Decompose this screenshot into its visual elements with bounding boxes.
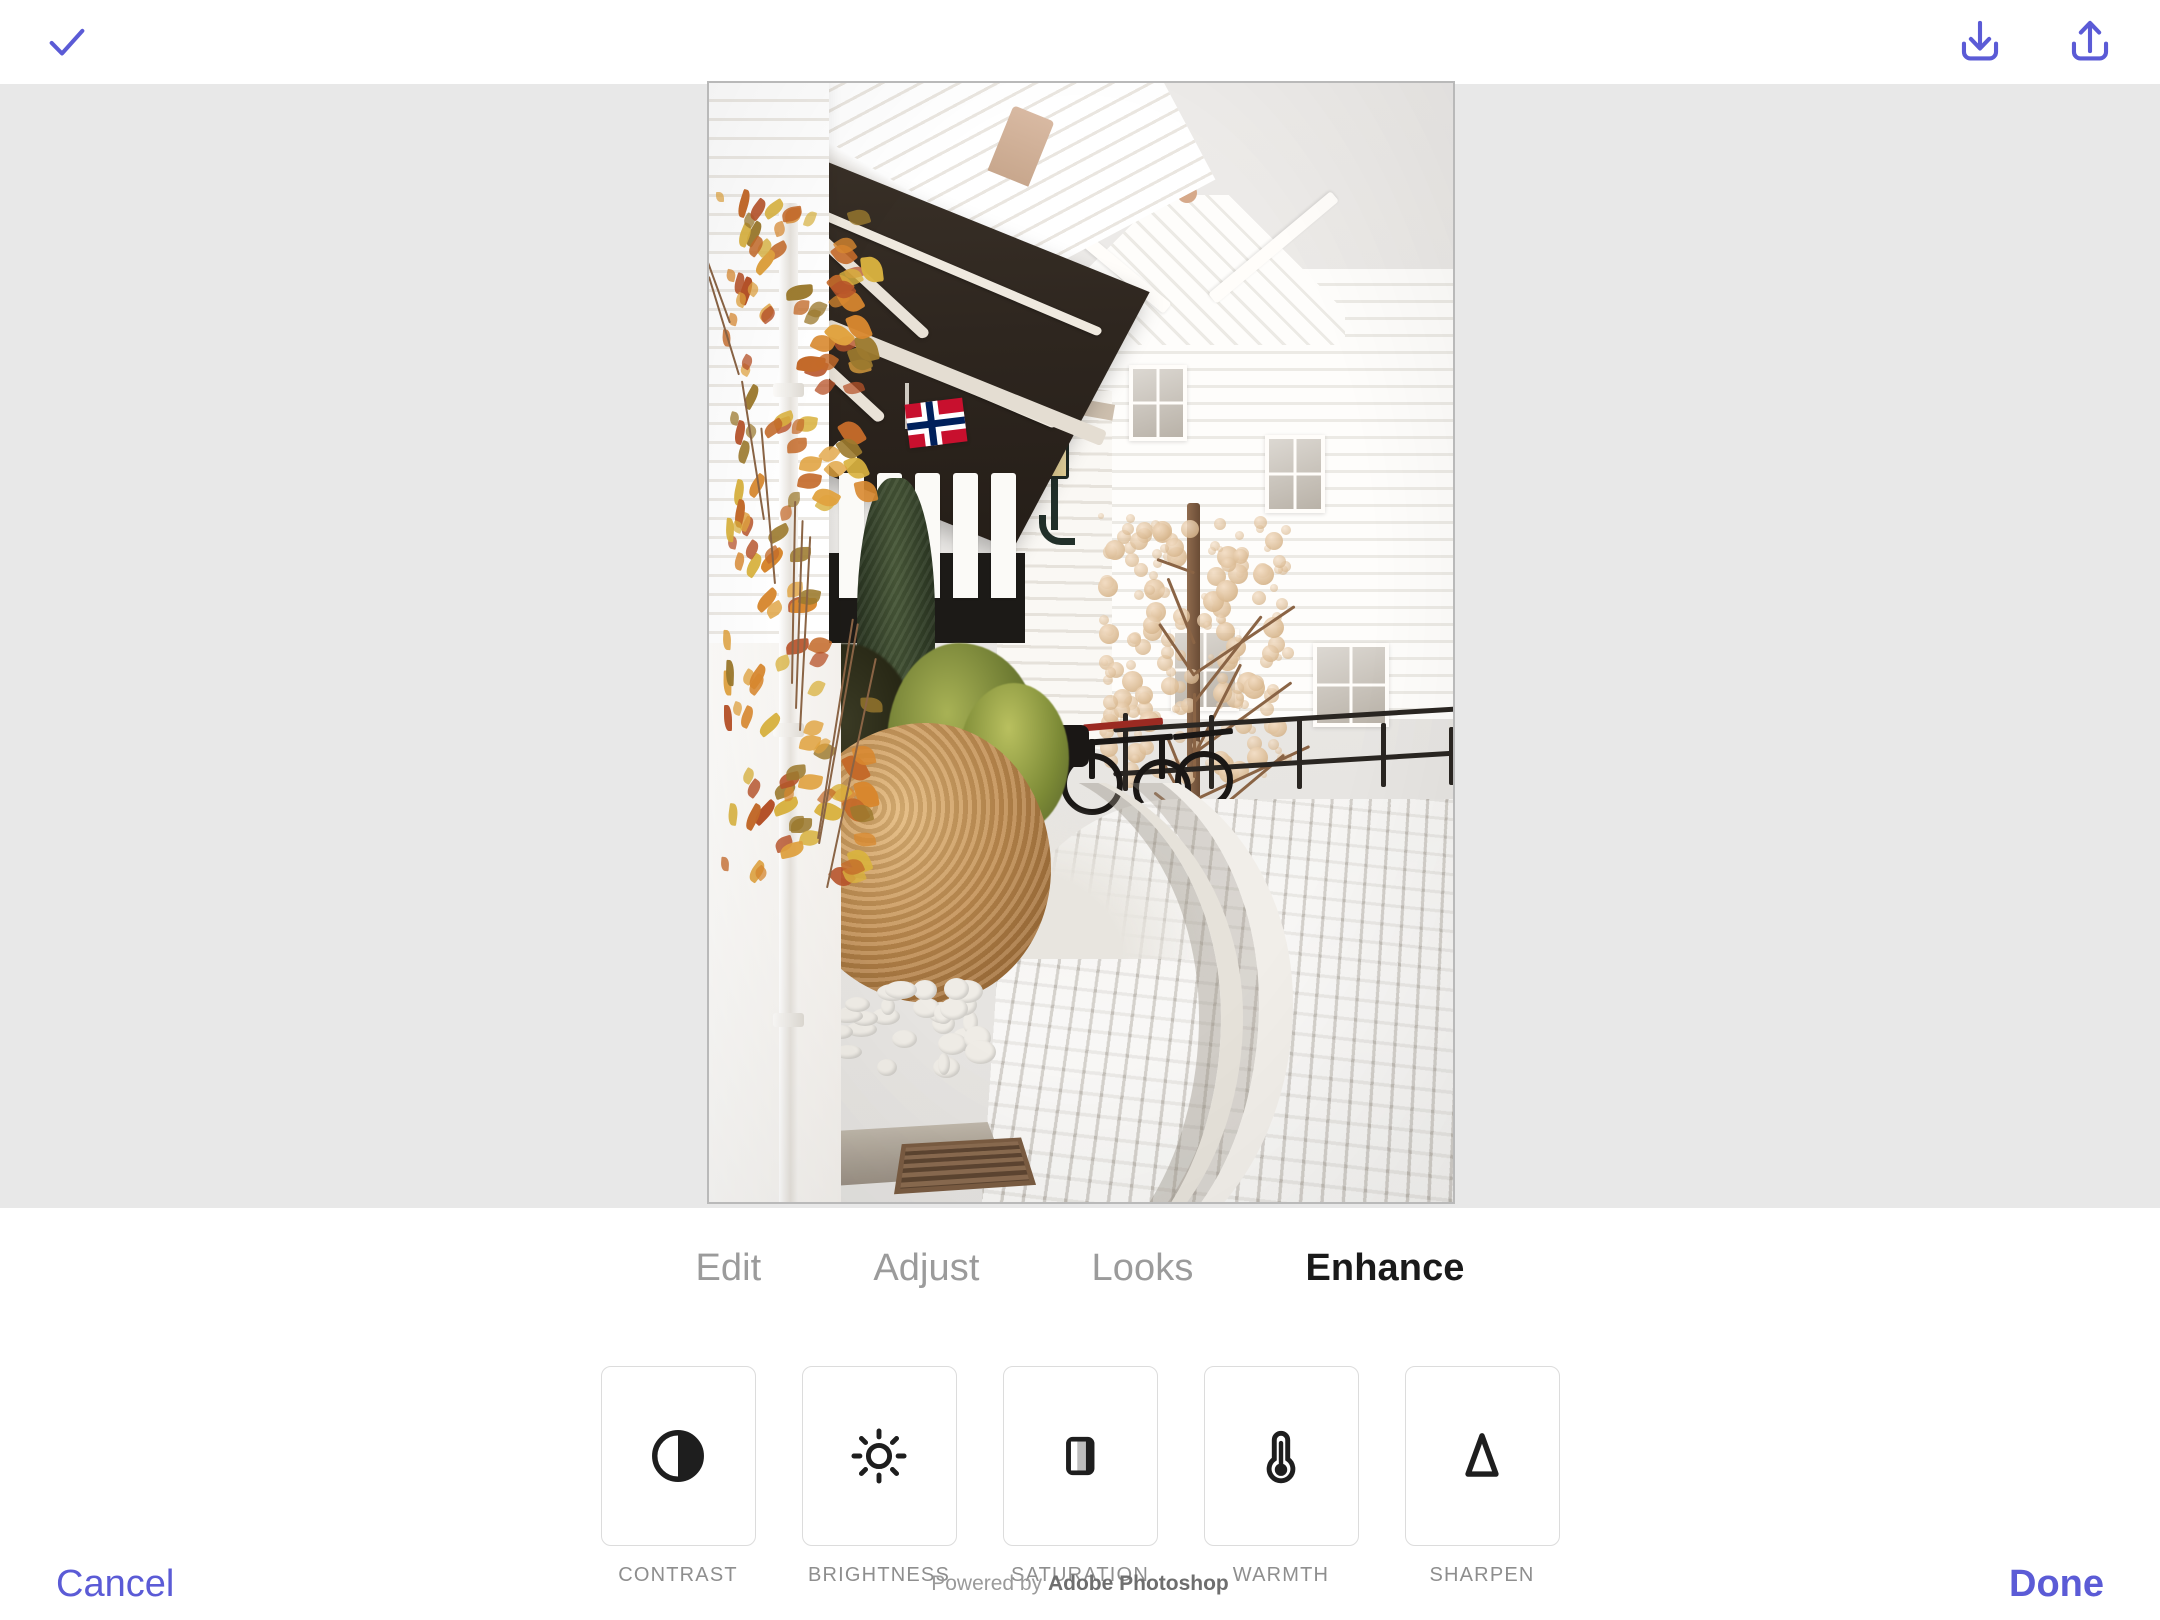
download-button[interactable] (1954, 16, 2006, 68)
tab-edit[interactable]: Edit (639, 1247, 817, 1290)
done-button[interactable]: Done (2009, 1563, 2104, 1606)
powered-by-label: Powered by Adobe Photoshop (0, 1572, 2160, 1596)
top-toolbar (0, 0, 2160, 84)
editor-tabs: Edit Adjust Looks Enhance (0, 1232, 2160, 1304)
tool-saturation-card[interactable] (1002, 1366, 1158, 1546)
cancel-button[interactable]: Cancel (56, 1563, 174, 1606)
warmth-icon (1266, 1430, 1296, 1484)
sharpen-icon (1465, 1433, 1499, 1477)
image-canvas: 6 (0, 81, 2160, 1208)
tab-adjust[interactable]: Adjust (817, 1247, 1035, 1290)
confirm-button[interactable] (44, 19, 90, 65)
photo-frame[interactable]: 6 (707, 81, 1455, 1204)
tool-warmth-card[interactable] (1203, 1366, 1359, 1546)
editor-footer: Cancel Powered by Adobe Photoshop Done (0, 1548, 2160, 1620)
powered-by-brand: Adobe Photoshop (1047, 1572, 1229, 1595)
photo-preview: 6 (709, 83, 1453, 1202)
top-toolbar-actions (1954, 16, 2116, 68)
download-icon (1961, 20, 1999, 61)
photo-norwegian-flag (904, 397, 968, 449)
powered-by-prefix: Powered by (931, 1572, 1048, 1595)
tool-brightness-card[interactable] (801, 1366, 957, 1546)
tool-sharpen-card[interactable] (1404, 1366, 1560, 1546)
tab-enhance[interactable]: Enhance (1249, 1247, 1520, 1290)
brightness-icon (851, 1428, 907, 1484)
photo-editor-app: 6 (0, 0, 2160, 1620)
check-icon (49, 28, 85, 56)
photo-drain-grate (894, 1137, 1037, 1195)
photo-window (1129, 365, 1187, 441)
tab-looks[interactable]: Looks (1036, 1247, 1250, 1290)
editor-panel: Edit Adjust Looks Enhance CONTRAST BRIGH… (0, 1208, 2160, 1620)
contrast-icon (652, 1430, 704, 1482)
photo-window (1265, 435, 1325, 513)
share-button[interactable] (2064, 16, 2116, 68)
share-icon (2071, 20, 2109, 61)
saturation-icon (1066, 1436, 1095, 1476)
photo-lamp-post (1051, 478, 1058, 530)
tool-contrast-card[interactable] (600, 1366, 756, 1546)
